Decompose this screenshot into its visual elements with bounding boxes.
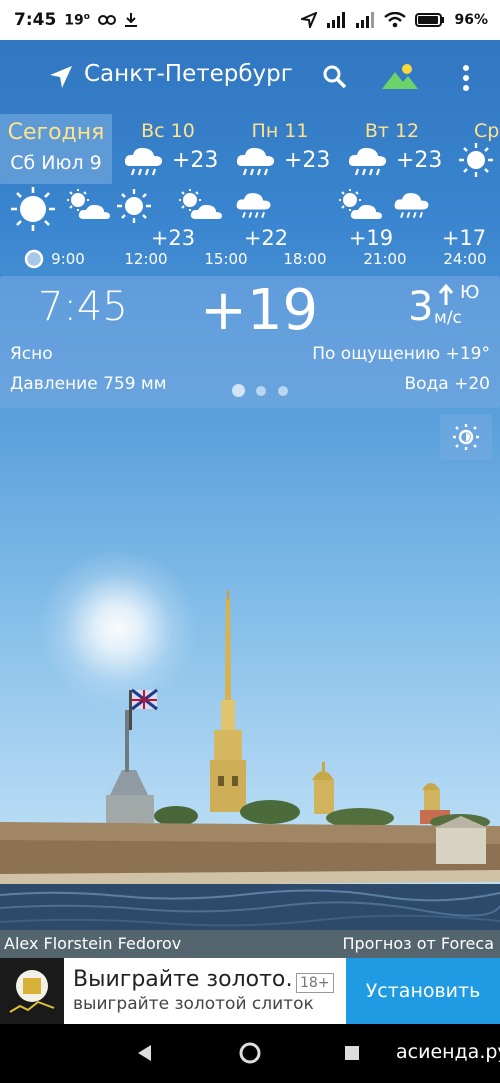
back-icon[interactable]: [136, 1044, 152, 1062]
app-bar: Санкт-Петербург: [0, 40, 500, 114]
ad-banner[interactable]: Выиграйте золото… 18+ выиграйте золотой …: [0, 958, 500, 1024]
hourly-temp: +19: [348, 226, 394, 250]
sun-cloud-icon: [179, 189, 222, 219]
day-label: Пн 11: [251, 120, 309, 142]
status-bar: 7:45 19o 96%: [0, 0, 500, 40]
current-conditions-card[interactable]: 7:45 +19 3 Ю м/с Ясно По ощущению +19° Д…: [0, 276, 500, 408]
fortress-photo: [0, 590, 500, 930]
wind-speed: 3: [408, 284, 434, 330]
download-icon: [124, 13, 137, 27]
rain-cloud-icon: [394, 193, 429, 219]
day-tab-mon[interactable]: Пн 11 +23: [224, 114, 336, 184]
wind-arrow-icon: [438, 284, 454, 305]
day-label: Вт 12: [364, 120, 420, 142]
sun-icon: [117, 189, 151, 223]
location-arrow-icon: [301, 12, 318, 28]
ad-title: Выиграйте золото…: [73, 967, 291, 992]
sun-cloud-icon: [339, 189, 382, 219]
rain-cloud-icon: [236, 147, 275, 176]
landscape-icon[interactable]: [381, 62, 419, 90]
page-indicator-dot-active[interactable]: [232, 384, 245, 397]
wind-direction: Ю: [460, 282, 480, 303]
pressure-text: Давление 759 мм: [10, 374, 167, 394]
hourly-time: 24:00: [443, 250, 487, 268]
day-temp: +23: [172, 148, 219, 173]
ad-subtitle: выиграйте золотой слиток: [73, 994, 314, 1014]
brightness-icon: [453, 424, 479, 450]
water-temp-text: Вода +20: [404, 374, 490, 394]
photo-author[interactable]: Alex Florstein Fedorov: [4, 934, 181, 953]
city-name[interactable]: Санкт-Петербург: [84, 61, 293, 87]
home-icon[interactable]: [238, 1041, 262, 1065]
hourly-time: 15:00: [204, 250, 248, 268]
feels-like-text: По ощущению +19°: [312, 344, 490, 364]
hourly-temp: +17: [441, 226, 487, 250]
status-time: 7:45: [14, 10, 57, 30]
forecast-source[interactable]: Прогноз от Foreca: [342, 934, 494, 953]
page-indicator-dot[interactable]: [256, 386, 266, 396]
day-today-label: Сегодня: [7, 120, 105, 145]
sun-icon: [11, 187, 55, 231]
wifi-icon: [384, 12, 407, 28]
ad-install-button[interactable]: Установить: [346, 958, 500, 1024]
search-icon[interactable]: [322, 64, 348, 90]
hourly-time: 9:00: [51, 250, 85, 268]
theme-toggle-button[interactable]: [440, 414, 492, 460]
battery-icon: [415, 13, 445, 27]
condition-text: Ясно: [10, 344, 53, 364]
day-temp: +23: [396, 148, 443, 173]
day-tab-wed[interactable]: Ср: [448, 114, 500, 184]
status-temp-indicator: 19o: [64, 11, 90, 29]
hourly-forecast: +23 +22 +19 +17 9:00 12:00 15:00 18:00 2…: [0, 184, 500, 274]
photo-credits-bar: Alex Florstein Fedorov Прогноз от Foreca: [0, 930, 500, 958]
day-label: Ср: [474, 120, 500, 142]
location-arrow-icon[interactable]: [48, 64, 74, 90]
link-icon: [97, 15, 116, 25]
day-label: Вс 10: [141, 120, 195, 142]
battery-percent: 96%: [454, 12, 488, 28]
system-nav-bar: асиенда.ру: [0, 1024, 500, 1083]
hourly-time: 18:00: [283, 250, 327, 268]
day-tab-sun[interactable]: Вс 10 +23: [112, 114, 224, 184]
current-time: 7:45: [38, 284, 128, 330]
recents-icon[interactable]: [344, 1045, 360, 1061]
day-today-date: Сб Июл 9: [10, 152, 102, 174]
day-tab-today[interactable]: Сегодня Сб Июл 9: [0, 114, 112, 184]
daily-forecast-row: Сегодня Сб Июл 9 Вс 10 +23 Пн 11 +23 Вт …: [0, 114, 500, 184]
sun-icon: [459, 143, 493, 177]
rain-cloud-icon: [236, 193, 271, 219]
rain-cloud-icon: [124, 147, 163, 176]
current-temp: +19: [200, 278, 319, 343]
gold-bank-logo-icon: [9, 970, 55, 1013]
hourly-temp: +23: [150, 226, 196, 250]
signal-icon: [327, 12, 346, 28]
page-indicator-dot[interactable]: [278, 386, 288, 396]
wind-unit: м/с: [434, 308, 462, 328]
signal-2-icon: [356, 12, 375, 28]
ad-age-badge: 18+: [296, 973, 334, 993]
rain-cloud-icon: [348, 147, 387, 176]
ad-logo: [0, 958, 64, 1024]
sun-cloud-icon: [67, 189, 110, 219]
day-tab-tue[interactable]: Вт 12 +23: [336, 114, 448, 184]
day-temp: +23: [284, 148, 331, 173]
hourly-temp: +22: [243, 226, 289, 250]
hourly-time: 21:00: [363, 250, 407, 268]
hourly-time: 12:00: [124, 250, 168, 268]
more-menu-icon[interactable]: [461, 64, 471, 92]
watermark: асиенда.ру: [396, 1041, 500, 1063]
